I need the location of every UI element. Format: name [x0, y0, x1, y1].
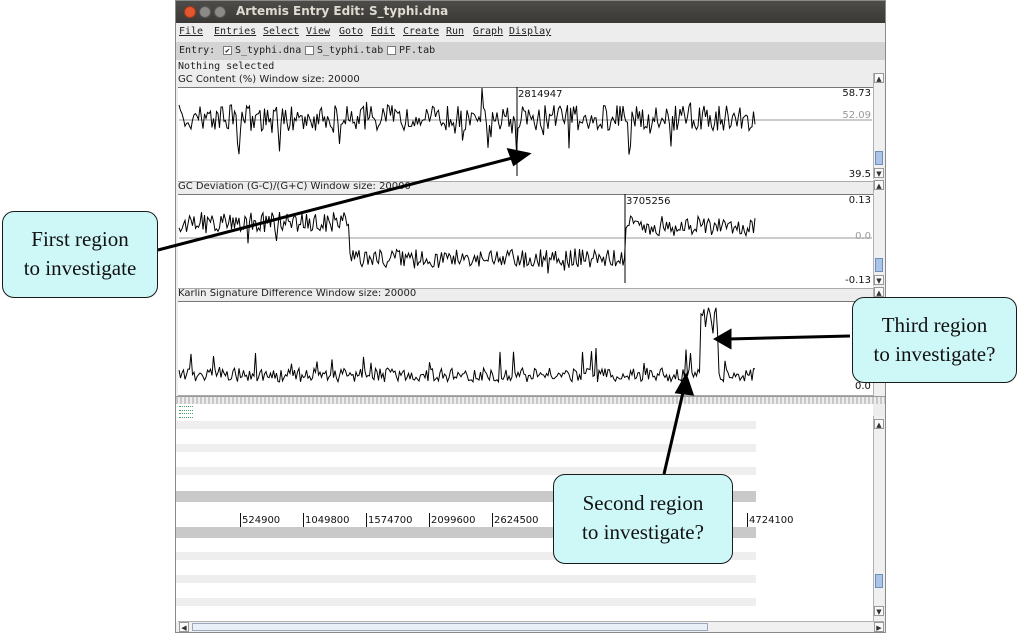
callout-third-region: Third region to investigate?	[852, 297, 1017, 383]
callout-second-region: Second region to investigate?	[553, 474, 733, 564]
gc-content-max-value: 58.73	[842, 88, 871, 99]
annotation-arrow-second	[662, 387, 686, 475]
karlin-trace	[178, 307, 756, 384]
gc-deviation-marker-value: 3705256	[626, 196, 671, 207]
annotation-arrow-third	[727, 334, 851, 341]
callout-first-region: First region to investigate	[2, 211, 158, 298]
arrowhead-icon	[674, 372, 695, 396]
callout-second-text: Second region to investigate?	[582, 491, 704, 544]
gc-deviation-max-value: 0.13	[849, 195, 871, 206]
gc-content-trace	[178, 87, 756, 155]
gc-content-min-value: 39.5	[849, 169, 871, 180]
gc-content-marker-value: 2814947	[518, 89, 563, 100]
arrowhead-icon	[506, 147, 532, 167]
callout-first-text: First region to investigate	[23, 227, 137, 280]
gc-content-mid-value: 52.09	[842, 110, 871, 121]
gc-deviation-mid-value: 0.0	[855, 231, 871, 242]
annotation-arrow-first	[157, 155, 517, 252]
gc-deviation-min-value: -0.13	[845, 275, 871, 286]
callout-third-text: Third region to investigate?	[873, 313, 996, 366]
